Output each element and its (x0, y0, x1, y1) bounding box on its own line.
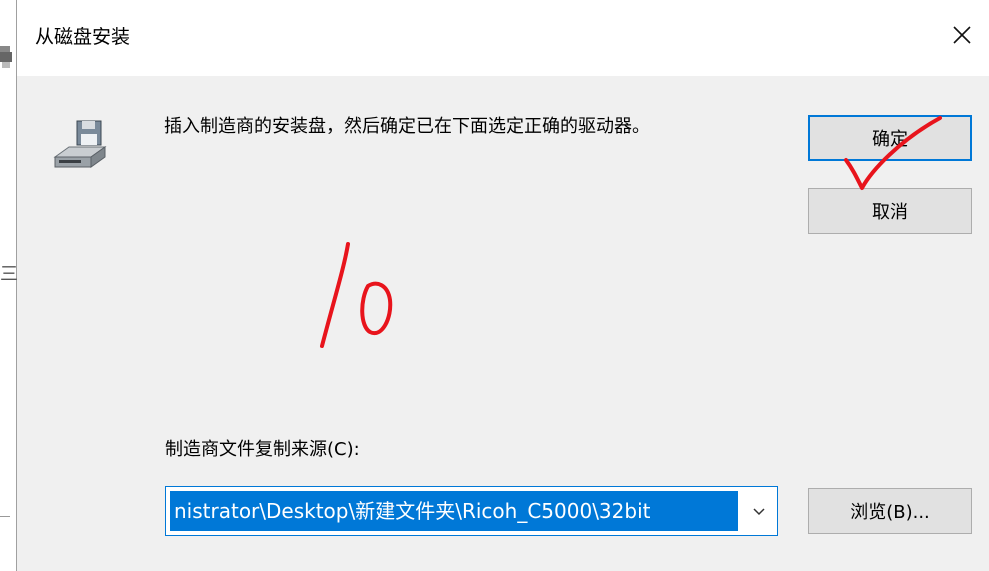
dialog-body: 插入制造商的安装盘，然后确定已在下面选定正确的驱动器。 确定 取消 制造商文件复… (17, 76, 989, 571)
printer-icon (0, 44, 12, 70)
browse-button[interactable]: 浏览(B)... (808, 488, 972, 534)
source-path-selection: nistrator\Desktop\新建文件夹\Ricoh_C5000\32bi… (170, 491, 738, 531)
ok-button[interactable]: 确定 (808, 115, 972, 161)
dialog-title: 从磁盘安装 (35, 26, 131, 48)
close-button[interactable] (943, 18, 981, 56)
floppy-drive-icon (51, 117, 109, 175)
install-from-disk-dialog: 从磁盘安装 插入制造商的安装盘，然后确定已在下面选定正确的驱动器。 确定 取消 … (17, 0, 989, 571)
source-path-value[interactable]: nistrator\Desktop\新建文件夹\Ricoh_C5000\32bi… (174, 491, 650, 531)
source-path-label: 制造商文件复制来源(C): (165, 439, 360, 460)
close-icon (952, 25, 972, 49)
chevron-down-icon (752, 502, 766, 521)
source-path-combobox[interactable]: nistrator\Desktop\新建文件夹\Ricoh_C5000\32bi… (165, 486, 778, 536)
title-bar: 从磁盘安装 (17, 0, 989, 76)
instruction-text: 插入制造商的安装盘，然后确定已在下面选定正确的驱动器。 (164, 116, 650, 137)
background-text: 三 (0, 264, 18, 285)
dropdown-button[interactable] (741, 487, 777, 535)
background-divider-tick (0, 516, 10, 517)
cancel-button[interactable]: 取消 (808, 188, 972, 234)
